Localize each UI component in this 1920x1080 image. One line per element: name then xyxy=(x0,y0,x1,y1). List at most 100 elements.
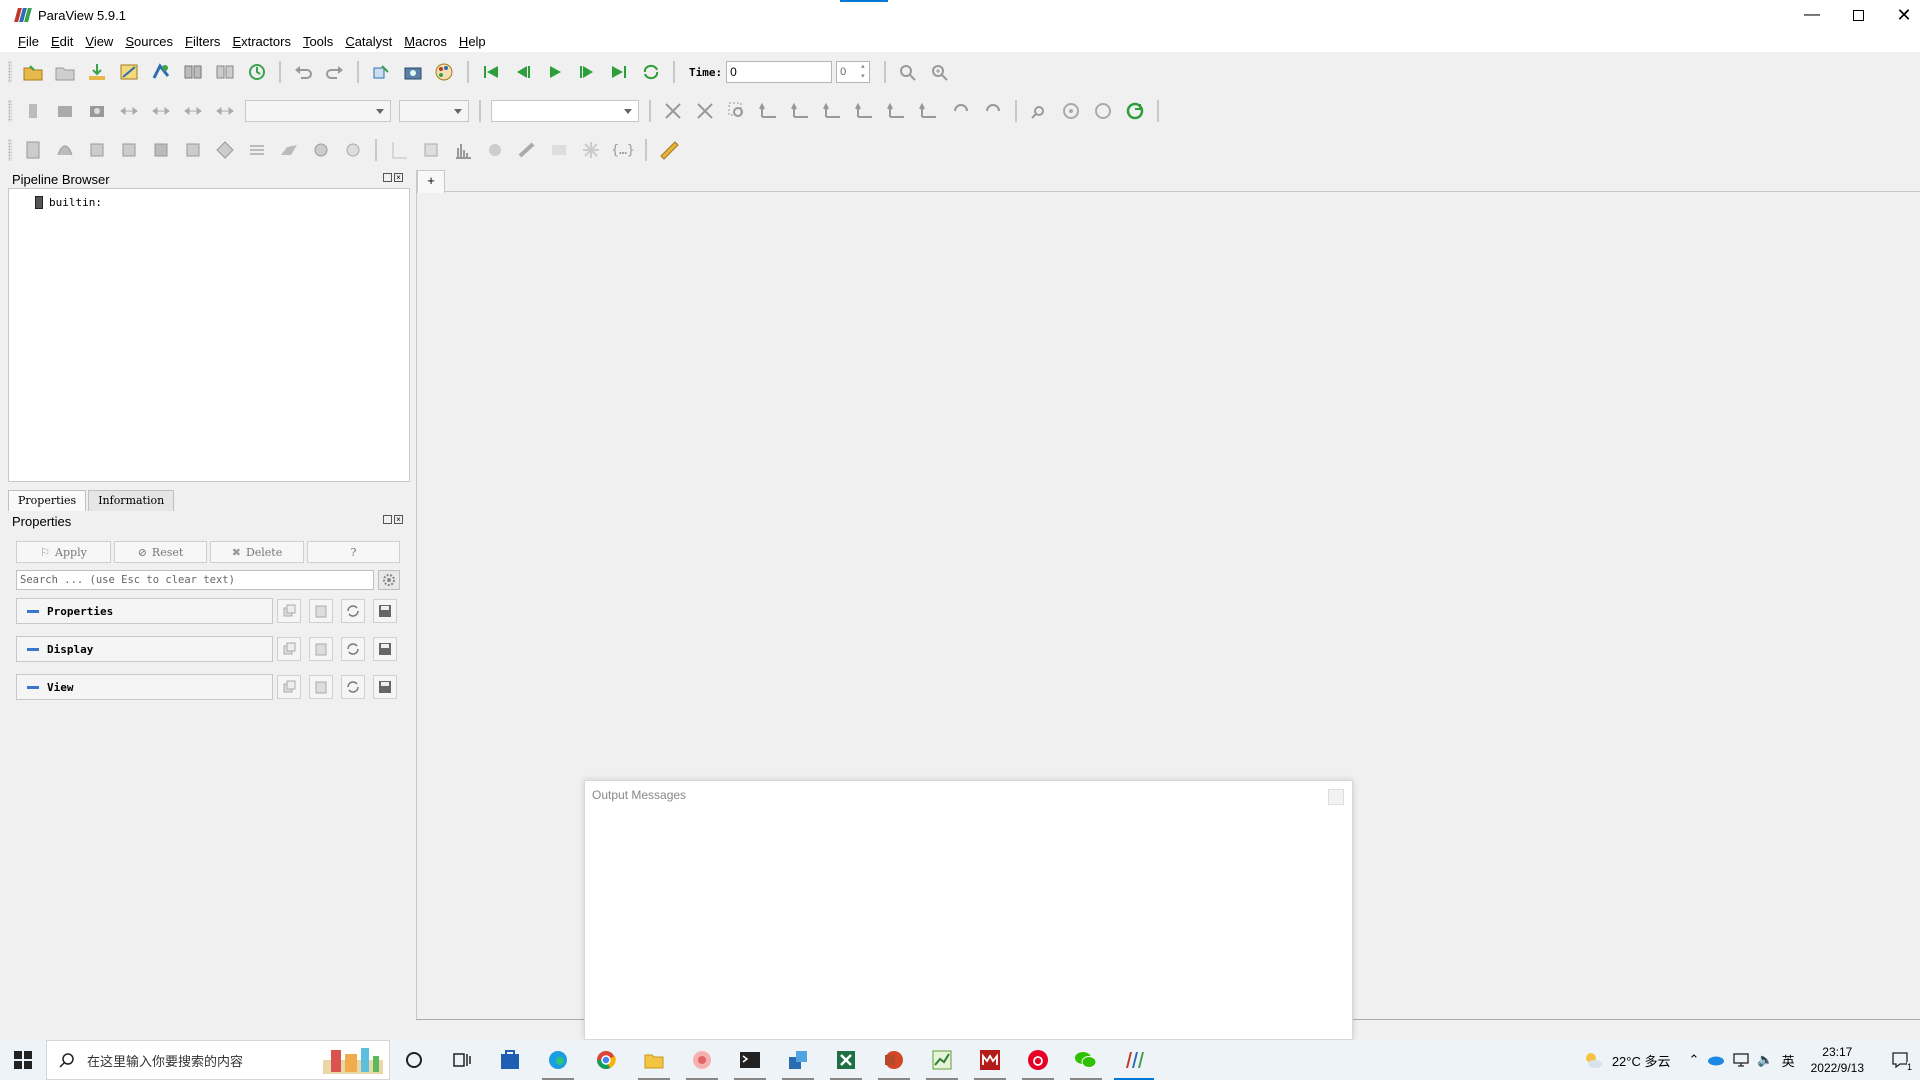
menu-tools[interactable]: Tools xyxy=(297,34,339,49)
close-window-button[interactable]: ✕ xyxy=(1881,0,1920,30)
group-datasets-button[interactable] xyxy=(308,137,334,163)
save-state-button[interactable] xyxy=(116,59,142,85)
previous-frame-button[interactable] xyxy=(510,59,536,85)
apply-button[interactable]: ⚐ Apply xyxy=(16,541,111,563)
section-display[interactable]: Display xyxy=(16,636,273,662)
save-display-defaults-button[interactable] xyxy=(373,637,397,661)
rescale-temporal-button[interactable] xyxy=(180,98,206,124)
section-view[interactable]: View xyxy=(16,674,273,700)
toolbar-grip[interactable] xyxy=(8,139,12,161)
play-button[interactable] xyxy=(542,59,568,85)
loop-button[interactable] xyxy=(638,59,664,85)
load-state-button[interactable] xyxy=(84,59,110,85)
reset-camera-button[interactable] xyxy=(660,98,686,124)
task-view-button[interactable] xyxy=(438,1040,486,1080)
reset-session-button[interactable] xyxy=(244,59,270,85)
copy-properties-button[interactable] xyxy=(277,599,301,623)
view-minus-y-button[interactable] xyxy=(852,98,878,124)
remote-button[interactable] xyxy=(212,59,238,85)
minimize-button[interactable]: — xyxy=(1789,0,1835,30)
float-panel-icon[interactable] xyxy=(383,173,392,182)
menu-view[interactable]: View xyxy=(79,34,119,49)
properties-search-input[interactable]: Search ... (use Esc to clear text) xyxy=(16,570,374,590)
representation-select[interactable] xyxy=(491,100,639,122)
warp-vector-button[interactable] xyxy=(276,137,302,163)
copy-view-button[interactable] xyxy=(277,675,301,699)
taskbar-store-app[interactable] xyxy=(486,1040,534,1080)
save-defaults-button[interactable] xyxy=(373,599,397,623)
ruler-button[interactable] xyxy=(656,137,682,163)
toolbar-grip[interactable] xyxy=(8,61,12,83)
component-select[interactable] xyxy=(399,100,469,122)
action-center-button[interactable]: 1 xyxy=(1880,1040,1920,1080)
disconnect-button[interactable] xyxy=(180,59,206,85)
onedrive-icon[interactable] xyxy=(1707,1054,1725,1066)
threshold-filter-button[interactable] xyxy=(148,137,174,163)
taskbar-netease-music-app[interactable] xyxy=(1014,1040,1062,1080)
paste-properties-button[interactable] xyxy=(309,599,333,623)
view-minus-z-button[interactable] xyxy=(916,98,942,124)
taskbar-network-app[interactable] xyxy=(774,1040,822,1080)
rotate-plus-90-button[interactable] xyxy=(948,98,974,124)
volume-icon[interactable]: 🔈 xyxy=(1757,1052,1773,1068)
next-frame-button[interactable] xyxy=(574,59,600,85)
time-value-input[interactable]: 0 xyxy=(726,61,833,83)
tab-properties[interactable]: Properties xyxy=(8,490,87,511)
paste-view-button[interactable] xyxy=(309,675,333,699)
close-panel-icon[interactable]: × xyxy=(394,515,403,524)
advanced-properties-toggle[interactable] xyxy=(378,570,400,590)
reset-button[interactable]: ⊘ Reset xyxy=(114,541,207,563)
paste-display-button[interactable] xyxy=(309,637,333,661)
contour-filter-button[interactable] xyxy=(52,137,78,163)
camera-link-button[interactable] xyxy=(368,59,394,85)
tray-expand-icon[interactable]: ⌃ xyxy=(1689,1052,1700,1068)
tab-information[interactable]: Information xyxy=(88,490,175,511)
taskbar-chrome-app[interactable] xyxy=(582,1040,630,1080)
plot-selection-button[interactable] xyxy=(418,137,444,163)
menu-catalyst[interactable]: Catalyst xyxy=(339,34,398,49)
output-messages-close-button[interactable] xyxy=(1328,789,1344,805)
time-index-spinbox[interactable]: 0 xyxy=(836,61,871,83)
gradient-filter-button[interactable] xyxy=(578,137,604,163)
taskbar-excel-app[interactable] xyxy=(822,1040,870,1080)
maximize-button[interactable] xyxy=(1835,0,1881,30)
menu-help[interactable]: Help xyxy=(453,34,492,49)
select-block-button[interactable] xyxy=(1090,98,1116,124)
redo-button[interactable] xyxy=(322,59,348,85)
zoom-to-box-button[interactable] xyxy=(724,98,750,124)
toolbar-grip[interactable] xyxy=(8,100,12,122)
close-panel-icon[interactable]: × xyxy=(394,173,403,182)
view-plus-x-button[interactable] xyxy=(756,98,782,124)
python-calculator-button[interactable] xyxy=(482,137,508,163)
spreadsheet-find-button[interactable] xyxy=(927,59,953,85)
taskbar-powerpoint-app[interactable] xyxy=(870,1040,918,1080)
pipeline-browser[interactable]: builtin: xyxy=(8,188,410,482)
menu-file[interactable]: File xyxy=(12,34,45,49)
glyph-filter-button[interactable] xyxy=(212,137,238,163)
taskbar-search-box[interactable]: 在这里输入你要搜索的内容 xyxy=(46,1040,390,1080)
taskbar-wechat-app[interactable] xyxy=(1062,1040,1110,1080)
calculator-filter-button[interactable] xyxy=(20,137,46,163)
connect-button[interactable] xyxy=(148,59,174,85)
stream-tracer-button[interactable] xyxy=(244,137,270,163)
pipeline-server-item[interactable]: builtin: xyxy=(35,196,102,209)
histogram-button[interactable] xyxy=(450,137,476,163)
integrate-variables-button[interactable] xyxy=(514,137,540,163)
taskbar-terminal-app[interactable] xyxy=(726,1040,774,1080)
cortana-button[interactable] xyxy=(390,1040,438,1080)
rotate-minus-90-button[interactable] xyxy=(980,98,1006,124)
select-cells-button[interactable] xyxy=(1026,98,1052,124)
weather-text[interactable]: 22°C 多云 xyxy=(1612,1051,1671,1070)
network-icon[interactable] xyxy=(1733,1052,1750,1068)
view-minus-x-button[interactable] xyxy=(788,98,814,124)
extract-level-button[interactable] xyxy=(340,137,366,163)
ime-indicator[interactable]: 英 xyxy=(1782,1051,1795,1070)
color-palette-button[interactable] xyxy=(432,59,458,85)
add-view-tab[interactable]: + xyxy=(417,170,445,193)
rescale-custom-button[interactable] xyxy=(116,98,142,124)
menu-extractors[interactable]: Extractors xyxy=(226,34,297,49)
open-file-button[interactable] xyxy=(20,59,46,85)
menu-macros[interactable]: Macros xyxy=(398,34,453,49)
restore-defaults-button[interactable] xyxy=(341,599,365,623)
output-messages-window[interactable]: Output Messages xyxy=(584,780,1353,1040)
